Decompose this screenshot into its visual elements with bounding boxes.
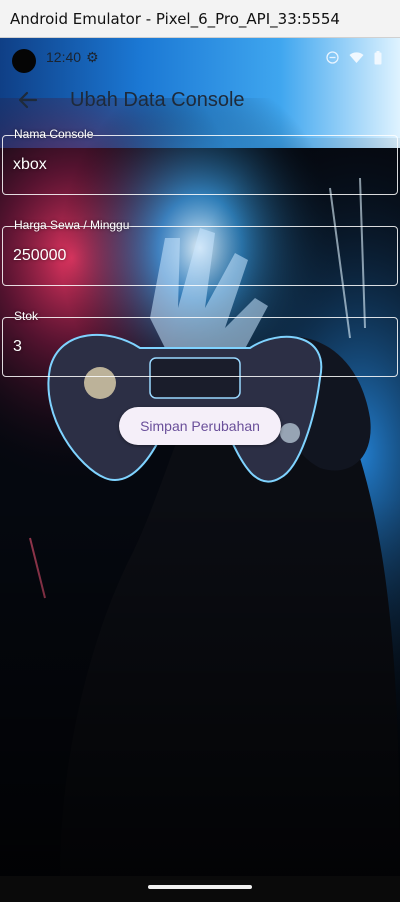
weekly-price-label: Harga Sewa / Minggu	[14, 218, 130, 232]
stock-value[interactable]: 3	[13, 338, 22, 356]
status-icons	[326, 51, 382, 70]
wifi-icon	[349, 51, 364, 70]
console-name-value[interactable]: xbox	[13, 156, 47, 174]
weekly-price-field[interactable]: Harga Sewa / Minggu 250000	[2, 218, 398, 286]
settings-icon: ⚙	[86, 49, 99, 65]
back-button[interactable]	[10, 82, 46, 118]
battery-icon	[374, 51, 382, 70]
stock-label: Stok	[14, 309, 39, 323]
app-bar: Ubah Data Console	[0, 76, 400, 130]
status-bar: 12:40 ⚙	[0, 38, 400, 76]
dnd-icon	[326, 51, 339, 70]
gesture-handle[interactable]	[148, 885, 252, 889]
console-name-field[interactable]: Nama Console xbox	[2, 127, 398, 195]
device-screen: 12:40 ⚙ Ubah Data Console Nama Console x…	[0, 38, 400, 902]
weekly-price-value[interactable]: 250000	[13, 247, 66, 265]
emulator-title: Android Emulator - Pixel_6_Pro_API_33:55…	[10, 9, 340, 28]
status-time: 12:40	[46, 49, 82, 65]
camera-cutout-icon	[12, 49, 36, 73]
console-name-label: Nama Console	[14, 127, 94, 141]
stock-field[interactable]: Stok 3	[2, 309, 398, 377]
save-changes-button[interactable]: Simpan Perubahan	[119, 407, 281, 445]
arrow-left-icon	[18, 91, 38, 109]
navigation-bar	[0, 876, 400, 902]
page-title: Ubah Data Console	[70, 89, 245, 111]
emulator-titlebar: Android Emulator - Pixel_6_Pro_API_33:55…	[0, 0, 400, 38]
